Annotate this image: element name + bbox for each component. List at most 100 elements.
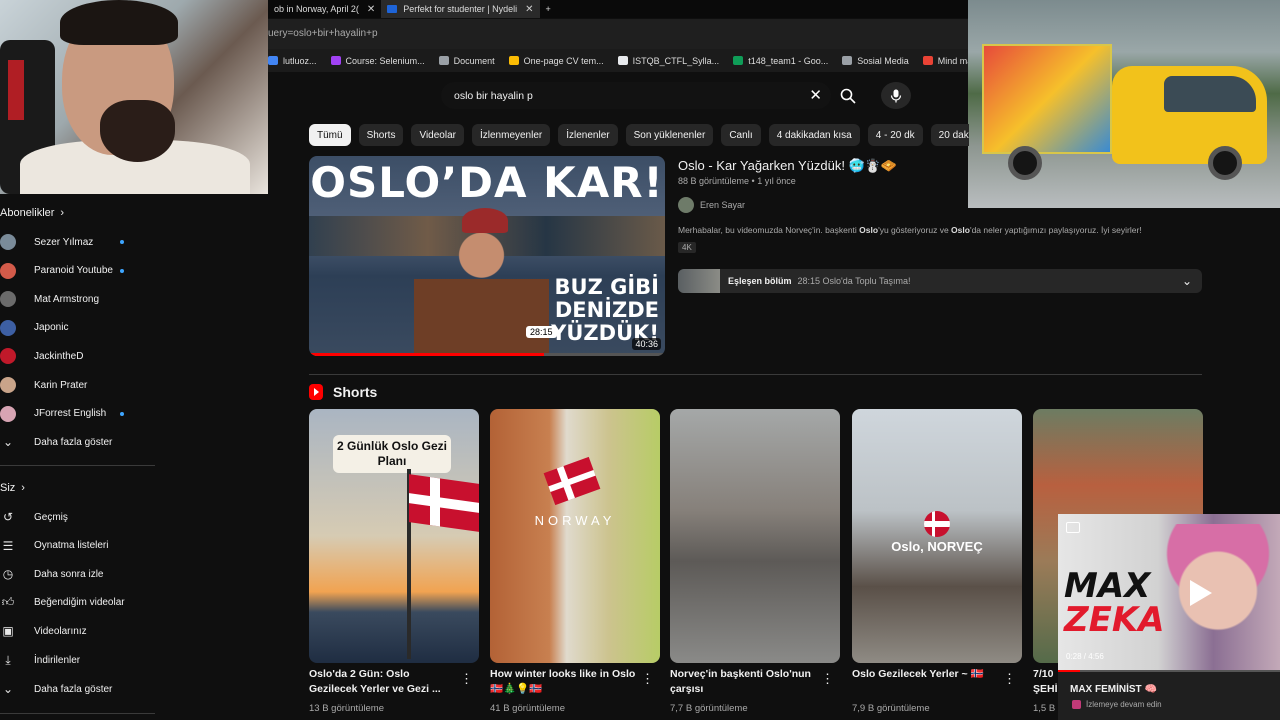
short-card[interactable]: NORWAY How winter looks like in Oslo🇳🇴🎄💡…: [490, 409, 660, 720]
truck-windshield: [1164, 76, 1256, 112]
search-input[interactable]: oslo bir hayalin p ✕: [441, 82, 831, 109]
show-more-subscriptions[interactable]: ⌄ Daha fazla göster: [0, 432, 150, 452]
filter-chip[interactable]: Tümü: [309, 124, 351, 146]
short-thumbnail[interactable]: Oslo, NORVEÇ: [852, 409, 1022, 663]
subscription-item[interactable]: JackintheD: [0, 346, 150, 366]
view-count: 88 B görüntüleme: [678, 176, 750, 186]
more-options-icon[interactable]: ⋮: [821, 671, 834, 687]
thumbnail-label: Oslo, NORVEÇ: [891, 539, 983, 554]
filter-chip[interactable]: 4 - 20 dk: [867, 124, 923, 146]
you-item-label: Oynatma listeleri: [34, 540, 109, 552]
you-item[interactable]: 👍︎ Beğendiğim videolar: [0, 593, 150, 613]
short-title[interactable]: 7/10 ŞEHİ: [1033, 667, 1059, 697]
expand-icon[interactable]: [1066, 522, 1080, 533]
filter-chip[interactable]: 20 dakik: [930, 124, 969, 146]
you-item[interactable]: ⤓ İndirilenler: [0, 650, 150, 670]
mini-player[interactable]: MAX ZEKA 0:28 / 4:56 MAX FEMİNİST 🧠 İzle…: [1058, 514, 1280, 720]
shorts-header: Shorts: [309, 384, 377, 400]
short-thumbnail[interactable]: [670, 409, 840, 663]
filter-chip[interactable]: Shorts: [358, 124, 404, 146]
you-item[interactable]: ▣ Videolarınız: [0, 621, 150, 641]
person-hair: [60, 0, 178, 45]
short-card[interactable]: Oslo, NORVEÇ Oslo Gezilecek Yerler ~ 🇳🇴 …: [852, 409, 1022, 720]
bookmark-icon: [330, 56, 341, 65]
filter-chips: Tümü Shorts Videolar İzlenmeyenler İzlenenle…: [309, 124, 969, 146]
channel-name: Eren Sayar: [700, 200, 746, 210]
video-description: Merhabalar, bu videomuzda Norveç'in. baş…: [678, 225, 1198, 235]
chevron-down-icon[interactable]: ⌄: [1182, 274, 1192, 288]
new-tab-button[interactable]: +: [540, 0, 557, 18]
short-card[interactable]: Norveç'in başkenti Oslo'nun çarşısı ⋮ 7,…: [670, 409, 840, 720]
mini-progress-bar[interactable]: [1058, 670, 1280, 672]
mini-player-video[interactable]: MAX ZEKA 0:28 / 4:56: [1058, 514, 1280, 672]
subscription-item[interactable]: JForrest English: [0, 404, 150, 424]
short-card[interactable]: 2 Günlük Oslo Gezi Planı Oslo'da 2 Gün: …: [309, 409, 479, 720]
bookmark-item[interactable]: lutluoz...: [268, 56, 317, 66]
watch-progress-fill: [309, 353, 544, 356]
address-bar[interactable]: uery=oslo+bir+hayalin+p: [268, 19, 968, 49]
filter-chip[interactable]: Videolar: [411, 124, 464, 146]
mini-thumbnail-text: MAX ZEKA: [1064, 569, 1165, 637]
video-title[interactable]: Oslo - Kar Yağarken Yüzdük! 🥶☃️🧇: [678, 158, 897, 174]
filter-chip[interactable]: Canlı: [721, 124, 761, 146]
subscriptions-header[interactable]: Abonelikler ›: [0, 207, 64, 219]
search-button[interactable]: [834, 82, 862, 109]
clear-search-icon[interactable]: ✕: [809, 86, 822, 104]
close-icon[interactable]: ✕: [525, 4, 533, 15]
subscription-item[interactable]: Sezer Yılmaz: [0, 232, 150, 252]
subscription-item[interactable]: Japonic: [0, 318, 150, 338]
history-icon: ↺: [2, 510, 14, 524]
bookmark-item[interactable]: Document: [438, 55, 495, 66]
subscription-item[interactable]: Paranoid Youtube: [0, 261, 150, 281]
you-header[interactable]: Siz ›: [0, 482, 25, 494]
chapter-thumbnail: [678, 269, 720, 293]
more-options-icon[interactable]: ⋮: [641, 671, 654, 687]
bookmark-item[interactable]: One-page CV tem...: [508, 56, 604, 66]
subscription-item[interactable]: Karin Prater: [0, 375, 150, 395]
truck-cargo-box: [982, 44, 1112, 154]
you-item[interactable]: ◷ Daha sonra izle: [0, 564, 150, 584]
bookmark-item[interactable]: t148_team1 - Goo...: [733, 56, 828, 66]
show-more-you[interactable]: ⌄ Daha fazla göster: [0, 679, 150, 699]
short-title[interactable]: Norveç'in başkenti Oslo'nun çarşısı: [670, 667, 818, 697]
bookmark-label: Course: Selenium...: [345, 55, 425, 66]
matching-chapter[interactable]: Eşleşen bölüm 28:15 Oslo'da Toplu Taşıma…: [678, 269, 1202, 293]
mini-player-title[interactable]: MAX FEMİNİST 🧠: [1070, 684, 1157, 695]
video-duration: 40:36: [632, 338, 661, 350]
more-options-icon[interactable]: ⋮: [460, 671, 473, 687]
you-item[interactable]: ☰ Oynatma listeleri: [0, 536, 150, 556]
subscription-label: Karin Prater: [34, 379, 88, 391]
close-icon[interactable]: ✕: [367, 4, 375, 15]
browser-tab[interactable]: ob in Norway, April 2( ✕: [268, 0, 381, 18]
bookmark-label: Document: [453, 55, 495, 66]
short-title[interactable]: How winter looks like in Oslo🇳🇴🎄💡🇳🇴: [490, 667, 638, 697]
filter-chip[interactable]: 4 dakikadan kısa: [768, 124, 860, 146]
short-title[interactable]: Oslo'da 2 Gün: Oslo Gezilecek Yerler ve …: [309, 667, 457, 697]
channel-avatar: [0, 234, 16, 250]
thumbnail-title-text: OSLO’DA KAR!: [310, 158, 664, 207]
browser-tab-active[interactable]: Perfekt for studenter | Nydeli ✕: [381, 0, 540, 18]
voice-search-button[interactable]: [881, 82, 911, 109]
short-title[interactable]: Oslo Gezilecek Yerler ~ 🇳🇴: [852, 667, 1000, 682]
short-thumbnail[interactable]: 2 Günlük Oslo Gezi Planı: [309, 409, 479, 663]
play-icon[interactable]: [1190, 580, 1212, 606]
filter-chip[interactable]: İzlenmeyenler: [471, 124, 551, 146]
filter-chip[interactable]: İzlenenler: [558, 124, 618, 146]
short-views: 7,9 B görüntüleme: [852, 703, 930, 714]
bookmark-item[interactable]: Course: Selenium...: [330, 55, 425, 66]
bookmark-item[interactable]: Sosial Media: [842, 56, 909, 66]
subscription-item[interactable]: Mat Armstrong: [0, 289, 150, 309]
you-item[interactable]: ↺ Geçmiş: [0, 507, 150, 527]
more-options-icon[interactable]: ⋮: [1003, 671, 1016, 687]
you-header-label: Siz: [0, 482, 16, 494]
mini-progress-fill: [1058, 670, 1081, 672]
bookmark-label: ISTQB_CTFL_Sylla...: [632, 55, 720, 66]
video-thumbnail[interactable]: OSLO’DA KAR! BUZ GİBİ DENİZDE YÜZDÜK! 28…: [309, 156, 665, 356]
short-views: 7,7 B görüntüleme: [670, 703, 748, 714]
short-thumbnail[interactable]: NORWAY: [490, 409, 660, 663]
channel-link[interactable]: Eren Sayar: [678, 197, 745, 213]
bookmark-item[interactable]: ISTQB_CTFL_Sylla...: [617, 55, 720, 66]
subscriptions-header-label: Abonelikler: [0, 207, 55, 219]
filter-chip[interactable]: Son yüklenenler: [625, 124, 714, 146]
bookmark-item[interactable]: Mind map: [922, 56, 968, 66]
